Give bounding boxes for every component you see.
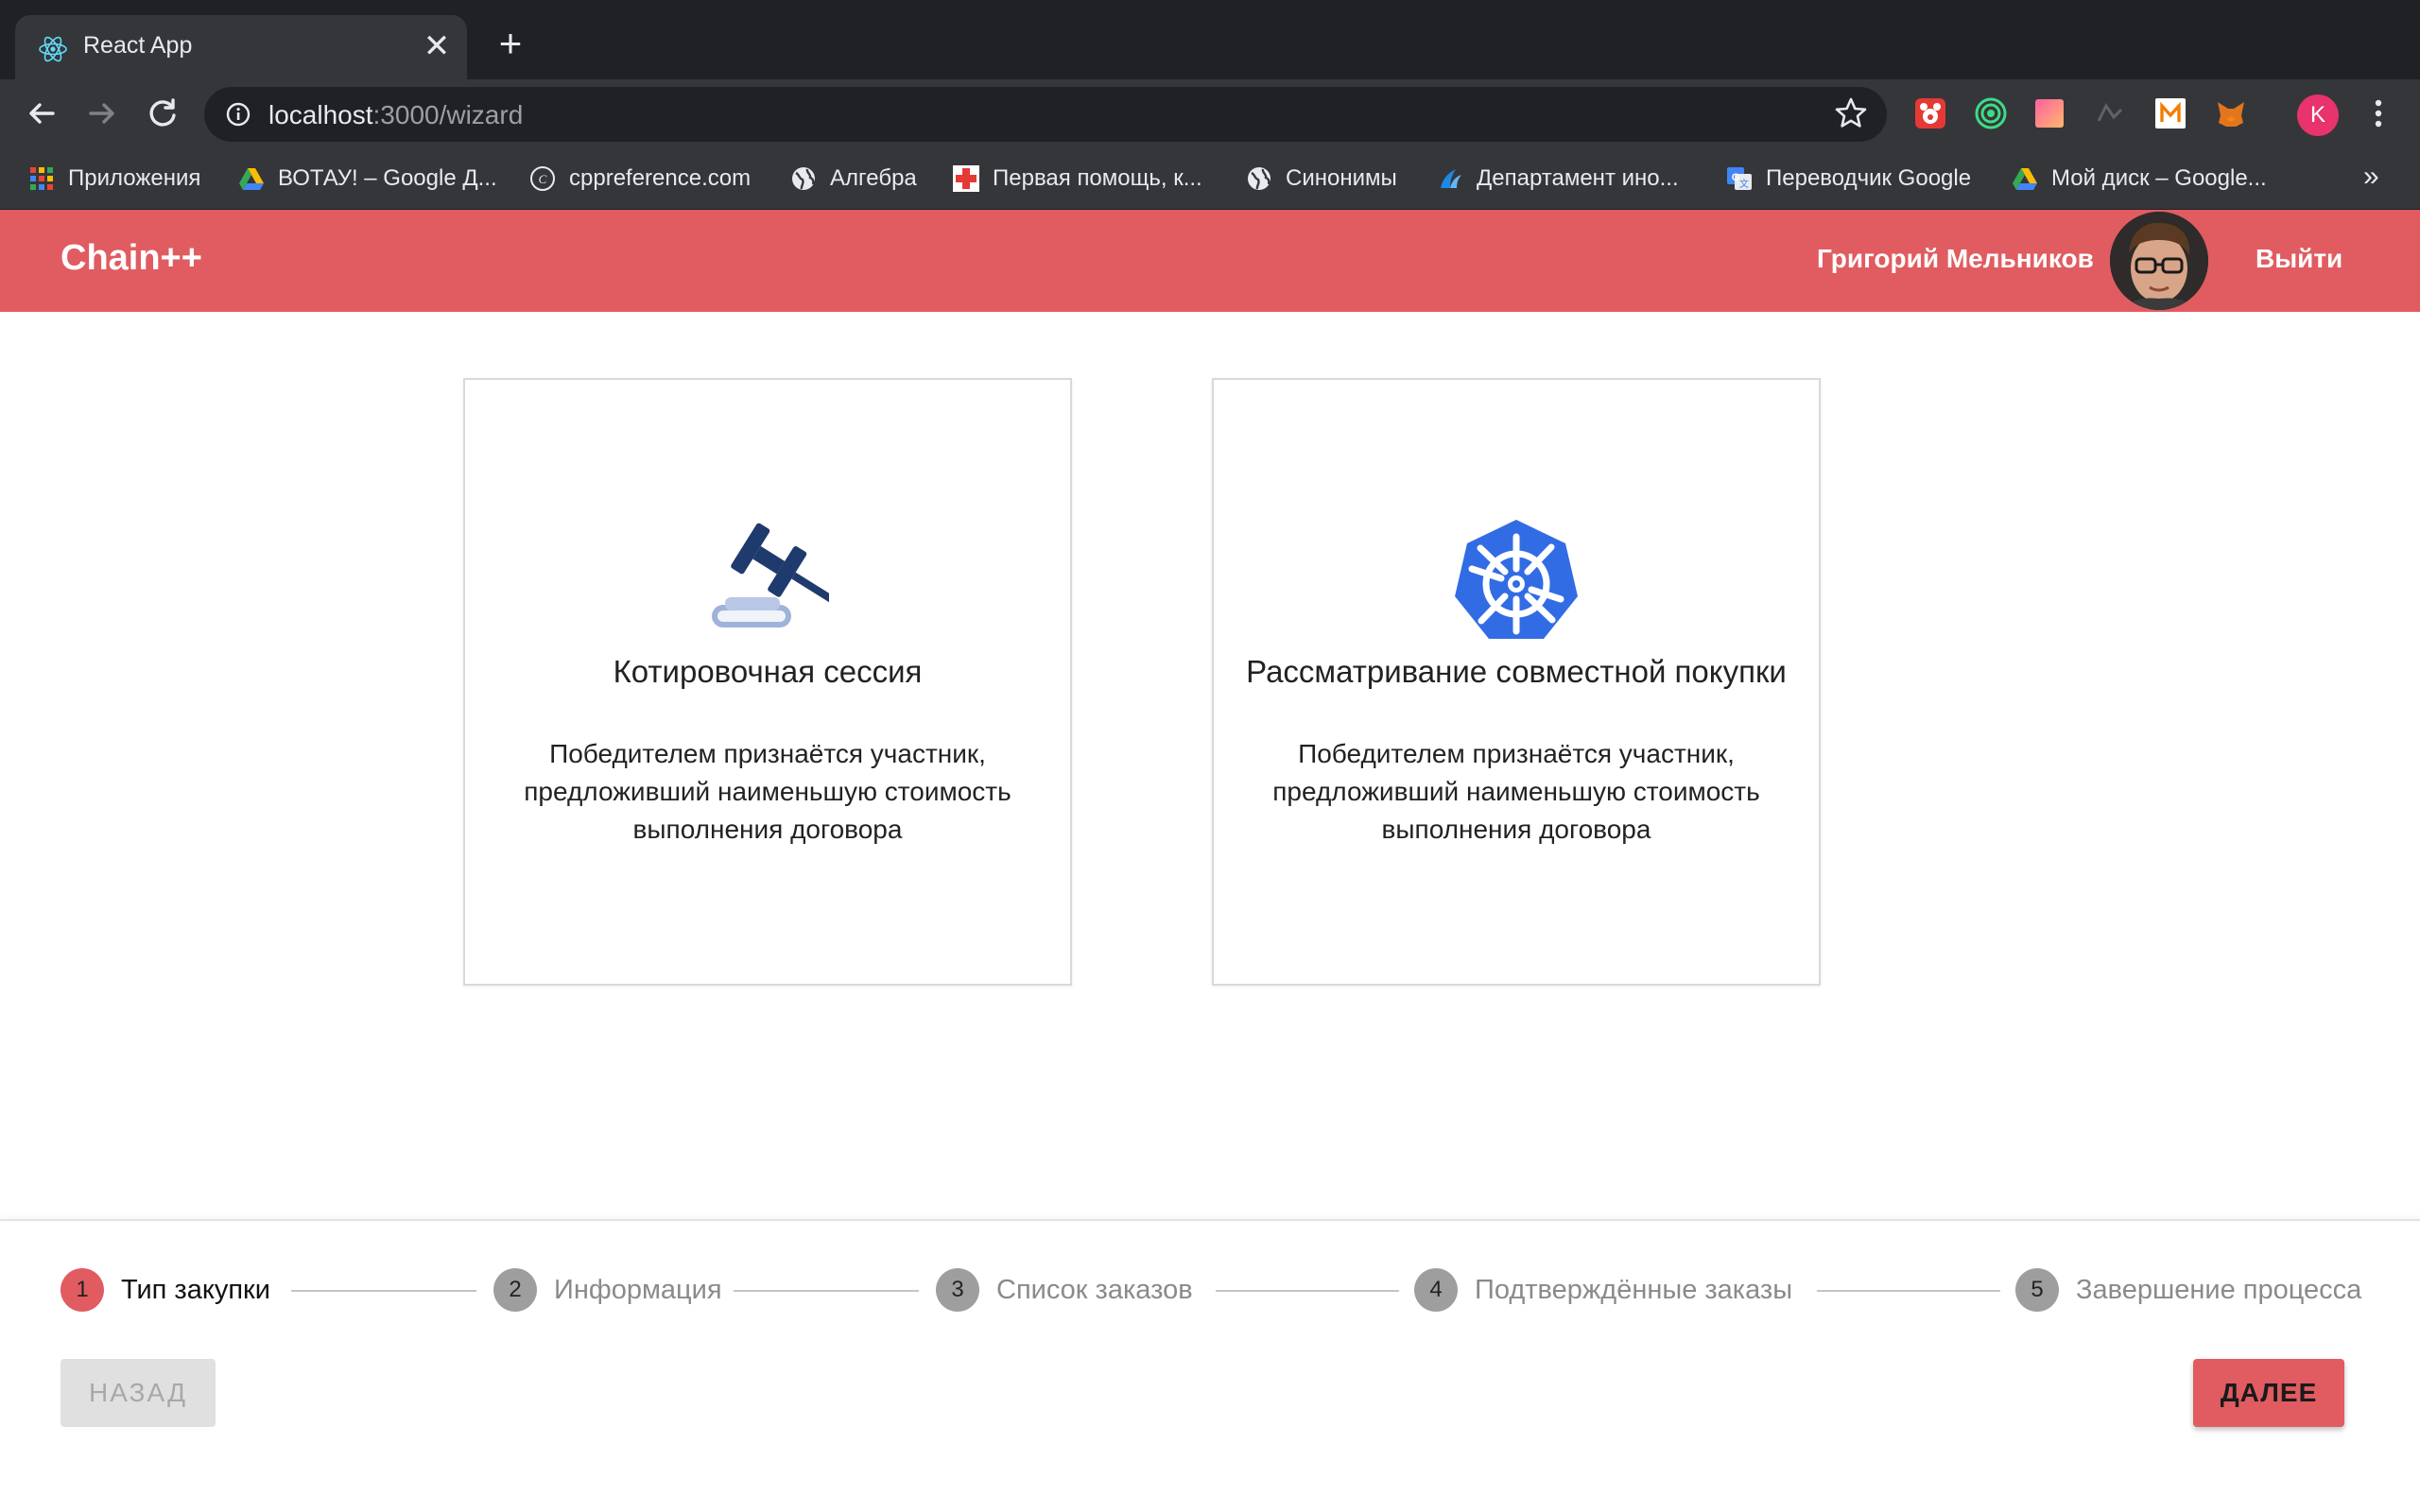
bookmark-algebra[interactable]: Алгебра bbox=[790, 161, 917, 197]
url-path: :3000/wizard bbox=[372, 100, 524, 129]
profile-avatar-button[interactable]: K bbox=[2297, 94, 2339, 136]
react-logo-icon bbox=[39, 36, 67, 62]
browser-toolbar: localhost:3000/wizard K bbox=[0, 79, 2420, 147]
bookmark-label: Департамент ино... bbox=[1477, 165, 1679, 191]
bookmark-label: Приложения bbox=[68, 165, 201, 191]
forward-arrow-icon[interactable] bbox=[81, 93, 123, 134]
site-info-icon[interactable] bbox=[225, 101, 251, 128]
step-number: 1 bbox=[60, 1268, 104, 1312]
step-number: 5 bbox=[2015, 1268, 2059, 1312]
browser-tab[interactable]: React App ✕ bbox=[15, 15, 467, 79]
cppreference-icon: C bbox=[530, 166, 555, 191]
reload-icon[interactable] bbox=[142, 93, 183, 134]
svg-text:C: C bbox=[539, 172, 547, 186]
step-completion[interactable]: 5 Завершение процесса bbox=[2015, 1266, 2361, 1314]
card-title: Рассматривание совместной покупки bbox=[1246, 654, 1787, 689]
svg-text:文: 文 bbox=[1739, 178, 1749, 190]
google-drive-icon bbox=[2013, 168, 2037, 190]
step-connector bbox=[734, 1290, 919, 1292]
bear-extension-icon[interactable] bbox=[1913, 96, 1947, 130]
bookmark-first-aid[interactable]: Первая помощь, к... bbox=[953, 161, 1202, 197]
google-translate-icon: G 文 bbox=[1727, 167, 1752, 190]
step-label: Тип закупки bbox=[121, 1274, 270, 1305]
brand-logo-text[interactable]: Chain++ bbox=[60, 238, 202, 279]
card-title: Котировочная сессия bbox=[613, 654, 923, 689]
browser-tab-bar: React App ✕ + bbox=[0, 0, 2420, 79]
bookmark-label: Синонимы bbox=[1286, 165, 1397, 191]
bookmark-my-drive[interactable]: Мой диск – Google... bbox=[2012, 161, 2267, 197]
ship-wheel-icon bbox=[1455, 520, 1578, 639]
step-label: Подтверждённые заказы bbox=[1475, 1274, 1793, 1305]
bookmark-label: Переводчик Google bbox=[1766, 165, 1972, 191]
step-connector bbox=[1817, 1290, 2000, 1292]
step-order-list[interactable]: 3 Список заказов bbox=[936, 1266, 1193, 1314]
m-extension-icon[interactable] bbox=[2153, 96, 2187, 130]
footer-divider bbox=[0, 1219, 2420, 1221]
bookmarks-bar: Приложения ВОТАУ! – Google Д... C cppref… bbox=[0, 147, 2420, 210]
dark-extension-icon[interactable] bbox=[2093, 96, 2127, 130]
bookmark-department[interactable]: Департамент ино... bbox=[1437, 161, 1679, 197]
step-number: 4 bbox=[1414, 1268, 1458, 1312]
department-icon bbox=[1441, 169, 1461, 188]
address-bar[interactable]: localhost:3000/wizard bbox=[204, 87, 1887, 142]
step-label: Информация bbox=[554, 1274, 722, 1305]
bookmark-label: Алгебра bbox=[830, 165, 917, 191]
globe-icon bbox=[1248, 167, 1270, 190]
browser-menu-icon[interactable] bbox=[2360, 93, 2397, 134]
bookmark-label: Мой диск – Google... bbox=[2051, 165, 2267, 191]
url-text[interactable]: localhost:3000/wizard bbox=[268, 100, 523, 130]
logout-link[interactable]: Выйти bbox=[2256, 244, 2342, 274]
next-button[interactable]: ДАЛЕЕ bbox=[2193, 1359, 2344, 1427]
bookmark-label: cppreference.com bbox=[569, 165, 752, 191]
google-drive-icon bbox=[239, 168, 264, 190]
step-information[interactable]: 2 Информация bbox=[493, 1266, 722, 1314]
bookmark-star-icon[interactable] bbox=[1832, 94, 1870, 132]
step-number: 3 bbox=[936, 1268, 979, 1312]
red-cross-icon bbox=[953, 165, 979, 192]
step-procurement-type[interactable]: 1 Тип закупки bbox=[60, 1266, 270, 1314]
bookmark-google-translate[interactable]: G 文 Переводчик Google bbox=[1726, 161, 1971, 197]
user-avatar[interactable] bbox=[2110, 212, 2208, 310]
bookmark-label: Первая помощь, к... bbox=[993, 165, 1202, 191]
procurement-type-card-quotation[interactable]: Котировочная сессия Победителем признаёт… bbox=[463, 378, 1072, 986]
gradient-extension-icon[interactable] bbox=[2032, 96, 2066, 130]
apps-grid-icon bbox=[30, 167, 53, 190]
card-description: Победителем признаётся участник, предлож… bbox=[1272, 739, 1760, 844]
procurement-type-card-joint-purchase[interactable]: Рассматривание совместной покупки Победи… bbox=[1212, 378, 1821, 986]
bookmark-votay[interactable]: ВОТАУ! – Google Д... bbox=[238, 161, 497, 197]
step-connector bbox=[1216, 1290, 1399, 1292]
bookmark-apps[interactable]: Приложения bbox=[28, 161, 200, 197]
metamask-fox-icon[interactable] bbox=[2214, 96, 2248, 130]
tab-title: React App bbox=[83, 32, 193, 59]
back-arrow-icon[interactable] bbox=[21, 93, 62, 134]
bookmark-synonyms[interactable]: Синонимы bbox=[1246, 161, 1397, 197]
app-header: Chain++ Григорий Мельников Выйти bbox=[0, 210, 2420, 312]
globe-icon bbox=[792, 167, 815, 190]
step-label: Список заказов bbox=[996, 1274, 1193, 1305]
new-tab-button[interactable]: + bbox=[492, 24, 529, 64]
target-extension-icon[interactable] bbox=[1974, 96, 2008, 130]
bookmark-label: ВОТАУ! – Google Д... bbox=[278, 165, 497, 191]
url-host: localhost bbox=[268, 100, 373, 129]
user-name: Григорий Мельников bbox=[1817, 244, 2094, 273]
bookmarks-overflow-button[interactable]: » bbox=[2363, 161, 2379, 193]
svg-text:G: G bbox=[1732, 172, 1740, 183]
step-label: Завершение процесса bbox=[2076, 1274, 2362, 1305]
back-button[interactable]: НАЗАД bbox=[60, 1359, 216, 1427]
step-number: 2 bbox=[493, 1268, 537, 1312]
tab-close-icon[interactable]: ✕ bbox=[418, 28, 456, 66]
user-photo bbox=[2110, 212, 2208, 310]
gavel-icon bbox=[712, 523, 829, 627]
step-confirmed-orders[interactable]: 4 Подтверждённые заказы bbox=[1414, 1266, 1792, 1314]
bookmark-cppreference[interactable]: C cppreference.com bbox=[529, 161, 751, 197]
step-connector bbox=[291, 1290, 476, 1292]
card-description: Победителем признаётся участник, предлож… bbox=[524, 739, 1011, 844]
